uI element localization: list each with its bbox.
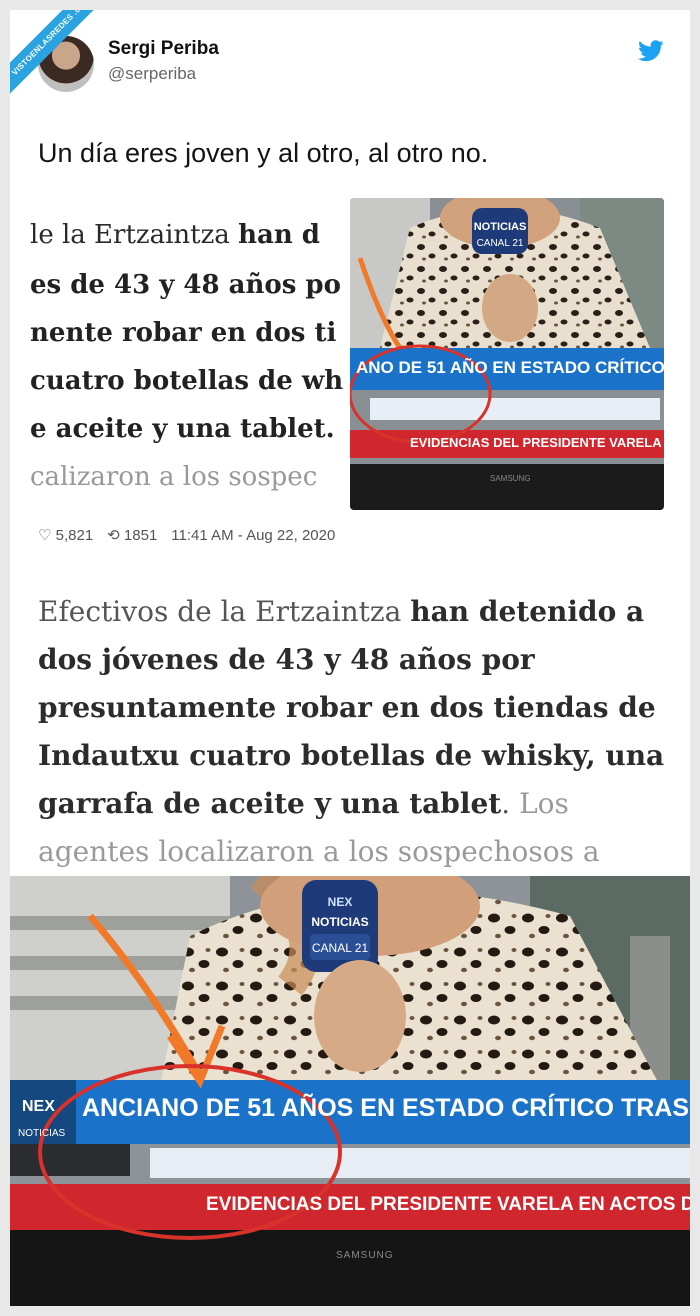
user-handle[interactable]: @serperiba	[108, 64, 196, 84]
article-part-1: Efectivos de la Ertzaintza	[38, 595, 411, 628]
crop-line-1b: han d	[238, 220, 320, 250]
crop-line-4: cuatro botellas de wh	[30, 366, 344, 396]
svg-text:CANAL 21: CANAL 21	[312, 941, 369, 955]
heart-icon: ♡	[38, 527, 52, 544]
article-part-2: han detenido a dos jóvenes de 43 y 48 añ…	[38, 595, 665, 820]
brand-small: SAMSUNG	[490, 474, 531, 483]
article-part-3: .	[501, 787, 520, 820]
tweet-screenshot: VISTOENLASREDES .com Sergi Periba @serpe…	[10, 10, 690, 1306]
crop-line-1a: le la Ertzaintza	[30, 220, 239, 250]
headline-small: ANO DE 51 AÑO EN ESTADO CRÍTICO TRA	[356, 358, 664, 377]
tv-scene-big: NEX NOTICIAS CANAL 21	[10, 876, 690, 1306]
tv-scene-small: NOTICIAS CANAL 21	[350, 198, 664, 510]
svg-text:NEX: NEX	[328, 895, 353, 909]
tweet-image-tv: NOTICIAS CANAL 21 ANO DE 51 AÑO EN ESTAD…	[350, 198, 664, 510]
subline-small: EVIDENCIAS DEL PRESIDENTE VARELA	[410, 435, 662, 450]
tweet-text: Un día eres joven y al otro, al otro no.	[38, 138, 489, 168]
svg-text:NOTICIAS: NOTICIAS	[474, 221, 527, 233]
crop-line-6: calizaron a los sospec	[30, 462, 318, 492]
crop-line-5: e aceite y una tablet.	[30, 414, 335, 444]
tv-brand: SAMSUNG	[336, 1250, 394, 1261]
retweet-count: 1851	[123, 527, 158, 544]
tv-photo: NEX NOTICIAS CANAL 21 NEX NOTICIAS ANCIA…	[10, 876, 690, 1306]
crop-line-3: nente robar en dos ti	[30, 318, 337, 348]
twitter-bird-icon[interactable]	[638, 40, 664, 62]
user-name[interactable]: Sergi Periba	[108, 38, 219, 60]
like-button[interactable]: ♡ 5,821	[38, 526, 93, 544]
tweet-image-article-crop: le la Ertzaintza han d es de 43 y 48 año…	[30, 210, 350, 510]
headline-big: ANCIANO DE 51 AÑOS EN ESTADO CRÍTICO TRA…	[82, 1094, 690, 1122]
tv-logo: NEX	[22, 1098, 55, 1115]
ticker-label: NOTICIAS	[18, 1128, 66, 1139]
crop-line-2: es de 43 y 48 años po	[30, 270, 341, 300]
retweet-icon: ⟲	[107, 527, 120, 544]
article-excerpt: Efectivos de la Ertzaintza han detenido …	[38, 588, 668, 876]
retweet-button[interactable]: ⟲ 1851	[107, 526, 157, 544]
subline-big: EVIDENCIAS DEL PRESIDENTE VARELA EN ACTO…	[206, 1194, 690, 1215]
svg-text:NOTICIAS: NOTICIAS	[311, 915, 368, 929]
like-count: 5,821	[55, 527, 94, 544]
svg-text:CANAL 21: CANAL 21	[477, 238, 524, 249]
tweet-timestamp[interactable]: 11:41 AM - Aug 22, 2020	[171, 527, 335, 544]
tweet-stats: ♡ 5,821 ⟲ 1851 11:41 AM - Aug 22, 2020	[38, 526, 335, 545]
